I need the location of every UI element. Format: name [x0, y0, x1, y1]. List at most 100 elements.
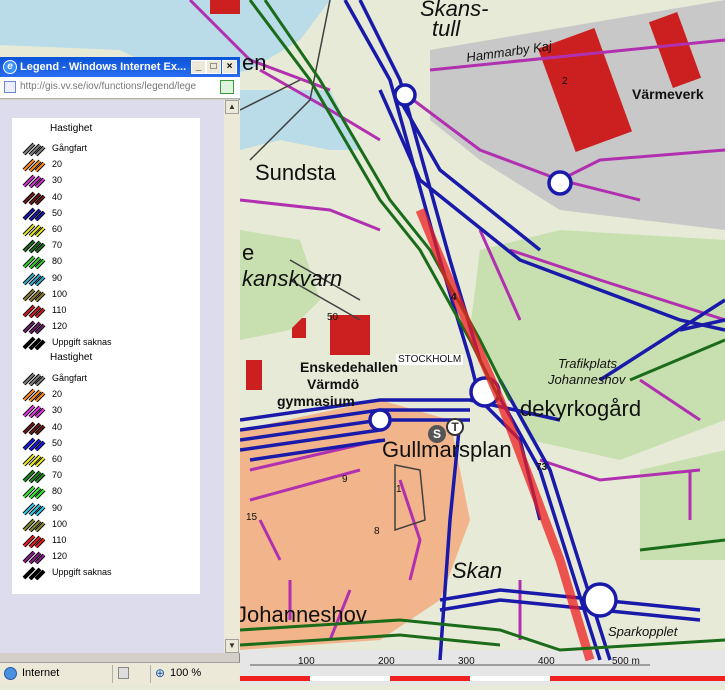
map-label-skogskyrkogarden: dekyrkogård — [520, 396, 642, 421]
legend-item-label: 120 — [52, 551, 68, 562]
legend-road-symbol-icon — [22, 453, 46, 467]
legend-road-symbol-icon — [22, 336, 46, 351]
legend-item-label: 90 — [52, 272, 63, 283]
map-label-gullmarsplan: Gullmarsplan — [382, 437, 512, 462]
map-label-kanskvarn: kanskvarn — [242, 266, 343, 291]
map-label-trafikplats: Trafikplats — [558, 356, 617, 371]
legend-road-symbol-icon — [22, 404, 46, 419]
legend-panel: Hastighet Gångfart 20 30 40 50 60 70 80 90 100 110… — [12, 118, 200, 594]
scale-tick-label: 200 — [378, 656, 395, 667]
legend-road-symbol-icon — [22, 534, 46, 548]
legend-item-label: 90 — [52, 502, 63, 513]
legend-road-symbol-icon — [22, 566, 46, 581]
legend-item-label: 30 — [52, 175, 63, 186]
legend-road-symbol-icon — [22, 158, 46, 173]
legend-item-label: 50 — [52, 437, 63, 448]
legend-item-label: 70 — [52, 470, 63, 481]
legend-item-label: Uppgift saknas — [52, 567, 112, 578]
legend-road-symbol-icon — [22, 255, 46, 270]
legend-item-label: 100 — [52, 288, 68, 299]
map-label-4: 4 — [451, 292, 457, 303]
compatibility-view-icon[interactable] — [220, 80, 234, 94]
status-divider — [112, 665, 113, 683]
legend-item-label: 80 — [52, 256, 63, 267]
map-label-sundsta: Sundsta — [255, 160, 336, 185]
status-bar: Internet ⊕ 100 % — [0, 662, 240, 685]
legend-road-symbol-icon — [22, 223, 46, 237]
legend-road-symbol-icon — [22, 502, 46, 516]
station-t-label: T — [451, 420, 459, 434]
legend-item-label: 40 — [52, 191, 63, 202]
zoom-magnifier-icon[interactable]: ⊕ — [155, 666, 165, 680]
legend-road-symbol-icon — [22, 320, 46, 335]
legend-road-symbol-icon — [22, 239, 46, 254]
building — [246, 360, 262, 390]
tunnelbana-station-icon[interactable]: T — [446, 418, 464, 436]
page-icon — [4, 81, 16, 93]
legend-road-symbol-icon — [22, 272, 46, 286]
map-label-gymnasium: gymnasium — [277, 393, 355, 409]
scroll-up-arrow-icon[interactable]: ▲ — [225, 100, 239, 114]
map-label-johanneshov-trafikplats: Johanneshov — [548, 372, 626, 387]
legend-road-symbol-icon — [22, 207, 46, 221]
legend-heading-2: Hastighet — [50, 352, 93, 363]
window-titlebar[interactable]: e Legend - Windows Internet Ex... _ □ × — [0, 57, 240, 77]
legend-road-symbol-icon — [22, 437, 46, 451]
scale-tick-label: 400 — [538, 656, 555, 667]
map-label-1: 1 — [396, 484, 402, 495]
building — [210, 0, 240, 14]
map-label-varmdo: Värmdö — [307, 376, 360, 392]
legend-item-label: 80 — [52, 486, 63, 497]
maximize-button[interactable]: □ — [206, 60, 221, 74]
legend-road-symbol-icon — [22, 174, 46, 189]
legend-road-symbol-icon — [22, 485, 46, 500]
legend-item-label: 100 — [52, 518, 68, 529]
vertical-scrollbar[interactable]: ▲ ▼ — [224, 100, 240, 653]
zoom-level[interactable]: 100 % — [170, 667, 201, 679]
internet-zone-globe-icon — [4, 667, 17, 680]
legend-item-label: 60 — [52, 454, 63, 464]
scale-tick-label: 500 m — [612, 656, 640, 667]
legend-window[interactable]: e Legend - Windows Internet Ex... _ □ × … — [0, 57, 240, 685]
map-label-e: e — [242, 240, 255, 265]
legend-item-label: Uppgift saknas — [52, 337, 112, 348]
close-button[interactable]: × — [222, 60, 237, 74]
map-label-enskedehallen: Enskedehallen — [300, 359, 399, 375]
legend-item-label: 20 — [52, 159, 63, 170]
map-label-stockholm: STOCKHOLM — [396, 354, 464, 365]
scale-tick-label: 100 — [298, 656, 315, 667]
legend-item-label: 120 — [52, 321, 68, 332]
station-s-label: S — [432, 427, 441, 441]
map-label-skanstull-2: tull — [432, 16, 461, 41]
address-bar[interactable]: http://gis.vv.se/iov/functions/legend/le… — [0, 77, 240, 99]
scale-tick-label: 300 — [458, 656, 475, 667]
protected-mode-lock-icon[interactable] — [118, 667, 129, 679]
legend-item-label: 70 — [52, 240, 63, 251]
legend-item-label: 110 — [52, 535, 67, 545]
map-label-johanneshov: Johanneshov — [236, 602, 367, 627]
legend-road-symbol-icon — [22, 388, 46, 403]
map-label-50: 50 — [327, 312, 339, 323]
legend-road-symbol-icon — [22, 191, 46, 205]
map-label-9: 9 — [342, 474, 348, 485]
pendeltag-station-icon[interactable]: S — [428, 425, 446, 443]
legend-item-label: Gångfart — [52, 373, 88, 383]
legend-item-label: 30 — [52, 405, 63, 416]
map-label-73: 73 — [536, 462, 548, 473]
legend-road-symbol-icon — [22, 518, 46, 532]
legend-road-symbol-icon — [22, 469, 46, 484]
map-label-varmeverk: Värmeverk — [632, 86, 704, 102]
legend-road-symbol-icon — [22, 288, 46, 302]
status-divider — [150, 665, 151, 683]
map-label-2: 2 — [562, 76, 568, 87]
map-label-en: en — [242, 50, 267, 75]
scroll-down-arrow-icon[interactable]: ▼ — [225, 639, 239, 653]
address-url[interactable]: http://gis.vv.se/iov/functions/legend/le… — [20, 81, 210, 92]
map-label-15: 15 — [246, 512, 258, 523]
legend-item-label: 40 — [52, 421, 63, 432]
minimize-button[interactable]: _ — [191, 60, 206, 74]
map-label-skarpnack: Skan — [452, 558, 503, 583]
legend-item-label: 110 — [52, 305, 67, 315]
window-title: Legend - Windows Internet Ex... — [20, 61, 187, 73]
map-label-8: 8 — [374, 526, 380, 537]
